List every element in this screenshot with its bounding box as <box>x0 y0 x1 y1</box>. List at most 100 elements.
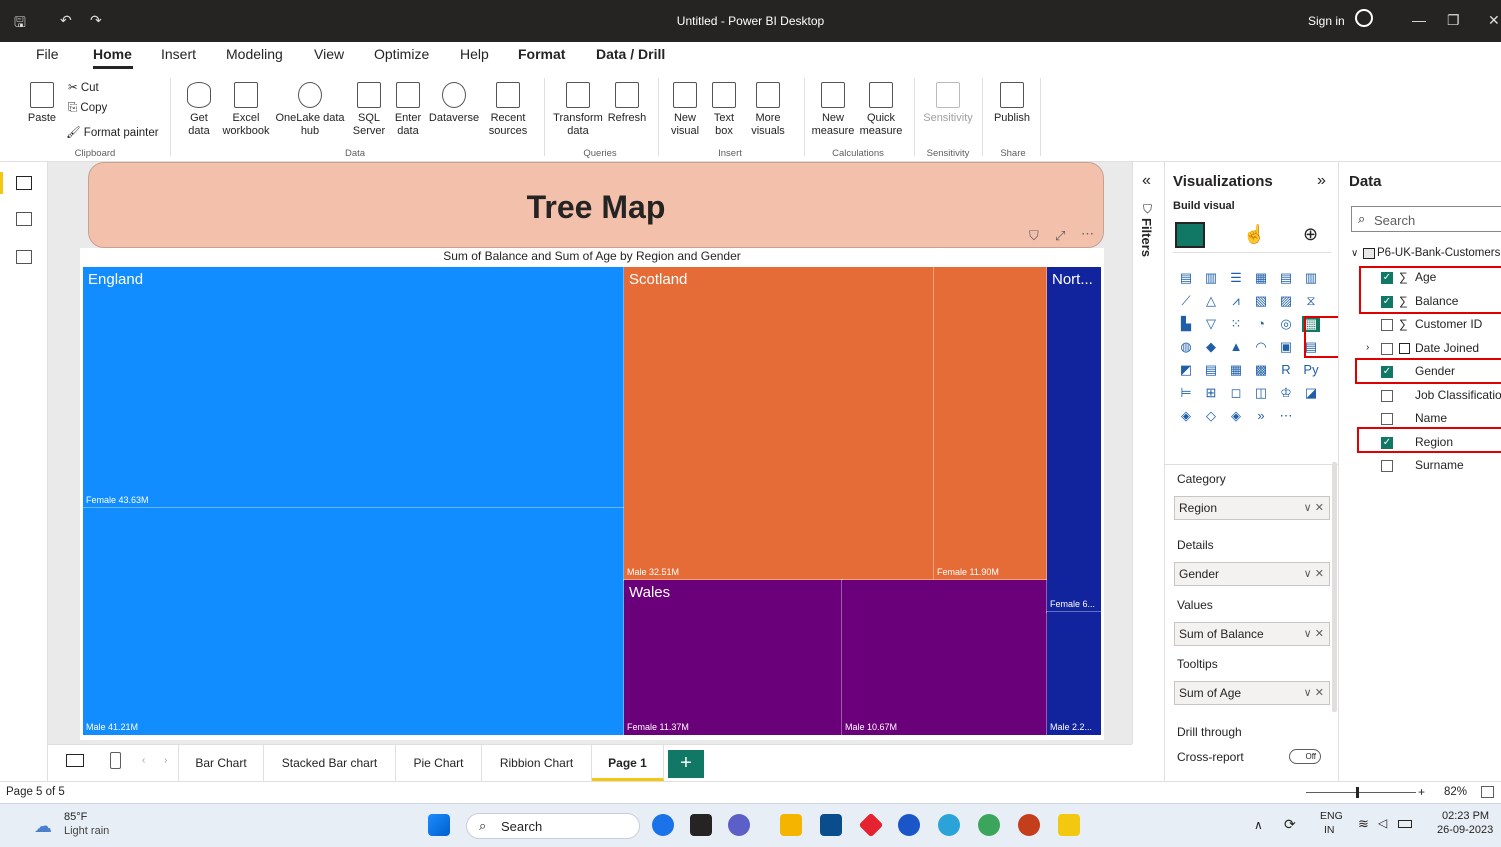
clustered-column-icon[interactable]: ▦ <box>1252 270 1270 286</box>
matrix-icon[interactable]: ▩ <box>1252 362 1270 378</box>
tab-ribbion-chart[interactable]: Ribbion Chart <box>482 745 592 781</box>
r-visual-icon[interactable]: R <box>1277 362 1295 378</box>
get-data-button[interactable]: Get data <box>178 82 220 138</box>
help-icon[interactable] <box>898 814 920 836</box>
model-view-icon[interactable] <box>16 250 32 264</box>
chevrons-icon[interactable]: » <box>1252 408 1270 424</box>
refresh-button[interactable]: Refresh <box>604 82 650 125</box>
volume-icon[interactable]: ◁ <box>1378 816 1387 830</box>
menu-optimize[interactable]: Optimize <box>374 46 429 62</box>
donut-icon[interactable]: ◎ <box>1277 316 1295 332</box>
field-checkbox[interactable] <box>1381 342 1393 355</box>
expand-right-icon[interactable]: » <box>1317 172 1326 190</box>
next-page-icon[interactable]: › <box>164 755 167 766</box>
minimize-icon[interactable]: — <box>1412 12 1426 28</box>
prev-page-icon[interactable]: ‹ <box>142 755 145 766</box>
kpi-icon[interactable]: ◩ <box>1177 362 1195 378</box>
ribbon-chart-icon[interactable]: ⧖ <box>1302 293 1320 309</box>
treemap-cell-north-female[interactable]: Female 6... <box>1046 266 1102 613</box>
build-visual-tab-icon[interactable] <box>1175 222 1205 248</box>
menu-view[interactable]: View <box>314 46 344 62</box>
diamond-icon[interactable]: ◈ <box>1227 408 1245 424</box>
sensitivity-button[interactable]: Sensitivity <box>920 82 976 125</box>
sql-server-button[interactable]: SQL Server <box>348 82 390 138</box>
filter-icon[interactable]: ⛉ <box>1029 228 1039 244</box>
line-column-icon[interactable]: ▧ <box>1252 293 1270 309</box>
key-influencers-icon[interactable]: ⊨ <box>1177 385 1195 401</box>
power-apps-icon[interactable]: ◈ <box>1177 408 1195 424</box>
narrative-icon[interactable]: ◫ <box>1252 385 1270 401</box>
tab-page-1[interactable]: Page 1 <box>592 745 664 781</box>
treemap-plot[interactable]: Female 43.63M Male 41.21M England Male 32.5… <box>82 266 1102 736</box>
treemap-cell-north-male[interactable]: Male 2.2... <box>1046 611 1102 736</box>
funnel-icon[interactable]: ▽ <box>1202 316 1220 332</box>
analytics-tab-icon[interactable]: ⊕ <box>1303 224 1318 245</box>
menu-modeling[interactable]: Modeling <box>226 46 283 62</box>
format-visual-tab-icon[interactable]: ☝ <box>1243 224 1265 245</box>
chevron-up-icon[interactable]: ∧ <box>1254 818 1263 832</box>
desktop-layout-icon[interactable] <box>66 754 84 767</box>
well-field[interactable]: Sum of Balance ∨ ✕ <box>1174 622 1330 646</box>
search-input[interactable]: Search <box>1374 213 1415 228</box>
restore-icon[interactable]: ❐ <box>1447 12 1460 29</box>
tab-pie-chart[interactable]: Pie Chart <box>396 745 482 781</box>
slicer-icon[interactable]: ▤ <box>1202 362 1220 378</box>
filters-strip[interactable]: « ⛉ Filters <box>1132 162 1164 744</box>
field-checkbox[interactable] <box>1381 319 1393 331</box>
task-view-icon[interactable] <box>690 814 712 836</box>
treemap-cell-england-female[interactable]: Female 43.63M <box>82 266 625 509</box>
sync-icon[interactable]: ⟳ <box>1284 816 1296 833</box>
qa-icon[interactable]: ◻ <box>1227 385 1245 401</box>
well-field[interactable]: Sum of Age ∨ ✕ <box>1174 681 1330 705</box>
copy-button[interactable]: ⎘ Copy <box>68 102 107 115</box>
more-visuals-icon[interactable]: ⋯ <box>1277 408 1295 424</box>
field-checkbox[interactable] <box>1381 413 1393 425</box>
new-measure-button[interactable]: New measure <box>808 82 858 138</box>
app-diamond-icon[interactable] <box>858 812 884 838</box>
chevron-down-icon[interactable]: ∨ <box>1351 248 1358 259</box>
power-bi-icon[interactable] <box>1058 814 1080 836</box>
remove-field-icon[interactable]: ∨ ✕ <box>1304 563 1324 585</box>
chat-icon[interactable] <box>728 814 750 836</box>
field-name[interactable]: Date Joined <box>1415 341 1479 355</box>
taskbar-search-box[interactable]: ⌕ Search <box>466 813 640 839</box>
weather-temp[interactable]: 85°F <box>64 811 87 823</box>
pane-scrollbar[interactable] <box>1332 462 1337 712</box>
store-icon[interactable] <box>820 814 842 836</box>
field-name[interactable]: Surname <box>1415 458 1464 472</box>
collapse-left-icon[interactable]: « <box>1142 172 1151 190</box>
filled-map-icon[interactable]: ◆ <box>1202 339 1220 355</box>
menu-data-drill[interactable]: Data / Drill <box>596 46 665 62</box>
windows-start-icon[interactable] <box>428 814 450 836</box>
card-icon[interactable]: ▣ <box>1277 339 1295 355</box>
more-options-icon[interactable]: ⋯ <box>1081 226 1094 242</box>
azure-map-icon[interactable]: ▲ <box>1227 339 1245 355</box>
recent-sources-button[interactable]: Recent sources <box>480 82 536 138</box>
treemap-cell-scotland-male[interactable]: Male 32.51M <box>623 266 935 581</box>
zoom-slider[interactable] <box>1306 792 1416 793</box>
report-view-icon[interactable] <box>16 176 32 190</box>
field-name[interactable]: Job Classification <box>1415 388 1501 402</box>
mobile-layout-icon[interactable] <box>110 752 121 769</box>
line-clustered-icon[interactable]: ▨ <box>1277 293 1295 309</box>
column-100-icon[interactable]: ▥ <box>1302 270 1320 286</box>
field-checkbox[interactable] <box>1381 389 1393 402</box>
transform-data-button[interactable]: Transform data <box>550 82 606 138</box>
table-name[interactable]: P6-UK-Bank-Customers <box>1377 247 1500 259</box>
onelake-button[interactable]: OneLake data hub <box>274 82 346 138</box>
dataverse-button[interactable]: Dataverse <box>426 82 482 125</box>
text-box-button[interactable]: Text box <box>706 82 742 138</box>
cut-button[interactable]: ✂ Cut <box>68 80 99 94</box>
chrome-icon[interactable] <box>978 814 1000 836</box>
excel-workbook-button[interactable]: Excel workbook <box>218 82 274 138</box>
treemap-cell-england-male[interactable]: Male 41.21M <box>82 507 625 736</box>
stacked-column-icon[interactable]: ▥ <box>1202 270 1220 286</box>
treemap-visual[interactable]: Sum of Balance and Sum of Age by Region … <box>80 248 1104 740</box>
wifi-icon[interactable]: ≋ <box>1358 816 1369 832</box>
menu-home[interactable]: Home <box>93 46 132 62</box>
power-automate-icon[interactable]: ◇ <box>1202 408 1220 424</box>
treemap-cell-scotland-female[interactable]: Female 11.90M <box>933 266 1048 581</box>
menu-file[interactable]: File <box>36 46 59 62</box>
well-field[interactable]: Region ∨ ✕ <box>1174 496 1330 520</box>
stacked-area-icon[interactable]: ⩘ <box>1227 293 1245 309</box>
